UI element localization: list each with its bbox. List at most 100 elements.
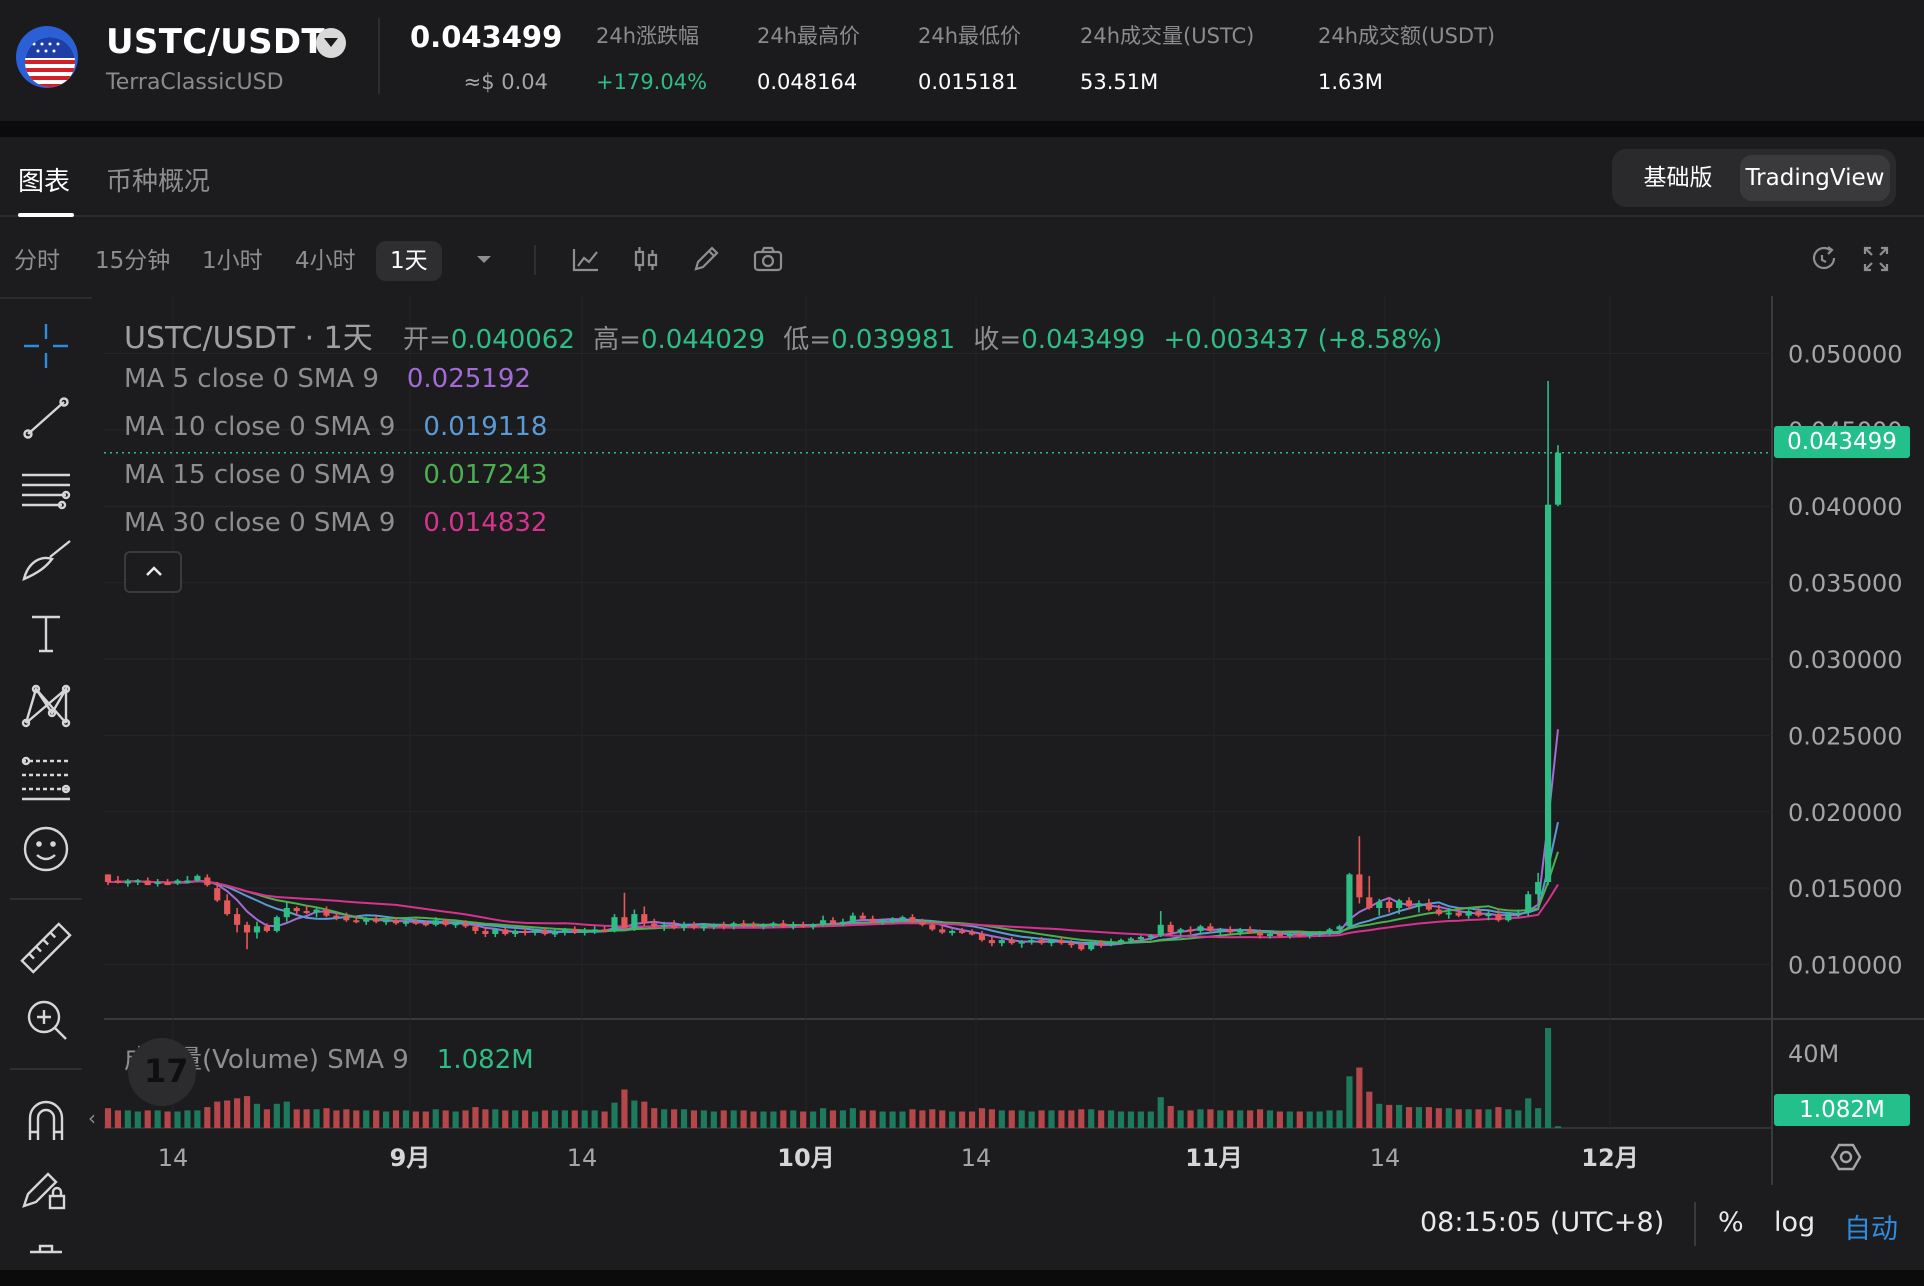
close-value: 0.043499 <box>1021 325 1146 355</box>
time-tick-label: 14 <box>567 1144 598 1172</box>
candle-body <box>343 917 350 921</box>
volume-bar <box>154 1110 161 1128</box>
candle-body <box>253 926 261 933</box>
timezone-clock[interactable]: 08:15:05 (UTC+8) <box>1420 1207 1664 1238</box>
trend-line-icon[interactable] <box>23 397 69 439</box>
candle-body <box>720 924 727 927</box>
candle-body <box>1137 937 1144 940</box>
collapse-legend-button[interactable] <box>124 551 182 593</box>
candle-body <box>224 900 231 915</box>
time-tick-label: 11月 <box>1185 1144 1242 1172</box>
candle-body <box>750 924 757 927</box>
candle-body <box>1008 940 1015 944</box>
volume-bar <box>720 1110 727 1128</box>
volume-bar <box>1346 1076 1353 1128</box>
candle-body <box>849 915 856 922</box>
volume-bar <box>849 1108 856 1128</box>
candle-body <box>353 920 360 923</box>
time-tick-label: 12月 <box>1581 1144 1638 1172</box>
volume-bar <box>1505 1109 1512 1128</box>
horizontal-lines-icon[interactable] <box>22 473 71 510</box>
ma5-legend[interactable]: MA 5 close 0 SMA 9 0.025192 <box>124 364 531 394</box>
text-icon[interactable] <box>32 615 60 653</box>
tradingview-logo[interactable]: 17 <box>128 1038 196 1106</box>
candle-body <box>949 930 956 933</box>
fib-icon[interactable] <box>21 756 71 801</box>
candle-body <box>1177 929 1184 933</box>
price-tick-label: 0.035000 <box>1788 570 1903 598</box>
candle-body <box>1515 912 1522 915</box>
volume-bar <box>800 1111 807 1128</box>
volume-bar <box>750 1111 757 1128</box>
volume-bar <box>184 1110 191 1128</box>
volume-bar <box>214 1101 221 1128</box>
drawing-tool-icons <box>10 324 82 1254</box>
candle-body <box>442 920 449 925</box>
volume-bar <box>432 1109 439 1128</box>
volume-bar <box>621 1089 628 1128</box>
volume-bar <box>889 1111 896 1128</box>
volume-bar <box>243 1096 251 1128</box>
candle-body <box>124 880 131 884</box>
volume-bar <box>1286 1111 1293 1128</box>
volume-bar <box>452 1111 459 1128</box>
volume-bar <box>949 1111 956 1128</box>
log-scale-toggle[interactable]: log <box>1774 1207 1815 1238</box>
ma-label: MA 15 close 0 SMA 9 <box>124 460 396 490</box>
candle-body <box>1068 943 1075 946</box>
candle-body <box>184 880 191 883</box>
volume-bar <box>1366 1091 1373 1128</box>
candle-body <box>412 921 419 924</box>
pattern-icon[interactable] <box>21 684 71 728</box>
volume-bar <box>412 1111 419 1128</box>
candle-body <box>859 915 866 919</box>
volume-bar <box>978 1108 986 1128</box>
volume-bar <box>1525 1098 1532 1128</box>
candle-body <box>273 917 280 931</box>
ruler-icon[interactable] <box>20 922 72 974</box>
volume-bar <box>124 1110 131 1128</box>
lock-draw-icon[interactable] <box>22 1172 66 1210</box>
ma30-legend[interactable]: MA 30 close 0 SMA 9 0.014832 <box>124 508 547 538</box>
candle-body <box>1396 900 1403 909</box>
volume-bar <box>780 1110 787 1128</box>
magnet-icon[interactable] <box>28 1100 64 1140</box>
candle-body <box>561 929 568 933</box>
candle-body <box>1048 940 1055 944</box>
brush-icon[interactable] <box>22 540 71 582</box>
emoji-icon[interactable] <box>23 826 69 872</box>
candle-body <box>1326 929 1333 933</box>
auto-scale-toggle[interactable]: 自动 <box>1844 1207 1898 1246</box>
volume-bar <box>1405 1107 1413 1128</box>
candle-body <box>591 929 598 932</box>
time-tick-label: 10月 <box>777 1144 834 1172</box>
crosshair-icon[interactable] <box>24 324 68 368</box>
volume-bar <box>502 1110 509 1128</box>
volume-bar <box>253 1103 261 1128</box>
candle-body <box>134 880 141 883</box>
volume-bar <box>909 1109 916 1128</box>
volume-bar <box>1256 1109 1264 1128</box>
volume-bar <box>1108 1110 1115 1128</box>
volume-bar <box>343 1109 350 1128</box>
volume-bar <box>283 1101 290 1128</box>
time-tick-label: 14 <box>1370 1144 1401 1172</box>
ma15-legend[interactable]: MA 15 close 0 SMA 9 0.017243 <box>124 460 547 490</box>
ma-label: MA 10 close 0 SMA 9 <box>124 412 396 442</box>
candle-body <box>422 923 429 926</box>
volume-bar <box>740 1110 747 1128</box>
candle-body <box>452 923 459 926</box>
volume-bar <box>174 1111 181 1128</box>
ma10-legend[interactable]: MA 10 close 0 SMA 9 0.019118 <box>124 412 547 442</box>
candle-body <box>1227 929 1234 933</box>
volume-bar <box>1058 1110 1065 1128</box>
zoom-in-icon[interactable] <box>27 1000 67 1040</box>
volume-tag: 1.082M <box>1774 1094 1910 1126</box>
volume-bar <box>482 1109 489 1128</box>
trash-icon[interactable] <box>30 1244 62 1254</box>
percent-scale-toggle[interactable]: % <box>1718 1207 1744 1238</box>
candle-body <box>959 930 966 933</box>
volume-bar <box>591 1110 598 1128</box>
volume-bar <box>144 1110 151 1128</box>
candlestick-chart[interactable]: 0.0500000.0450000.0400000.0350000.030000… <box>0 0 1924 1286</box>
